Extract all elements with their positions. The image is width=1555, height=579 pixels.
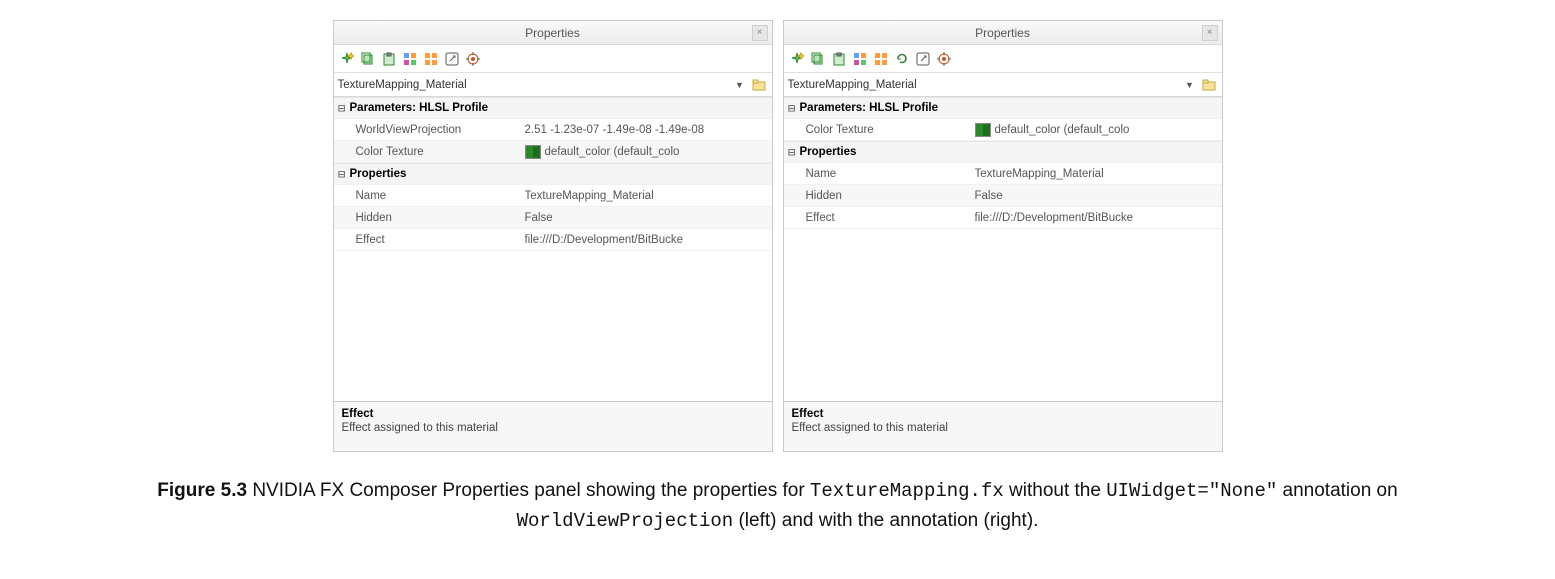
prop-value[interactable]: file:///D:/Development/BitBucke bbox=[975, 212, 1222, 224]
caption-text-1: NVIDIA FX Composer Properties panel show… bbox=[247, 480, 810, 501]
target-icon[interactable] bbox=[464, 50, 482, 68]
description-pane: Effect Effect assigned to this material bbox=[784, 401, 1222, 451]
description-pane: Effect Effect assigned to this material bbox=[334, 401, 772, 451]
row-effect[interactable]: Effect file:///D:/Development/BitBucke bbox=[334, 229, 772, 251]
object-selector-row: TextureMapping_Material ▼ bbox=[784, 73, 1222, 97]
texture-swatch-icon bbox=[525, 145, 541, 159]
property-grid: ⊟ Parameters: HLSL Profile Color Texture… bbox=[784, 97, 1222, 401]
panel-title-text: Properties bbox=[525, 26, 580, 40]
copy-icon[interactable] bbox=[809, 50, 827, 68]
description-body: Effect assigned to this material bbox=[792, 422, 1214, 434]
link-icon[interactable] bbox=[443, 50, 461, 68]
prop-name: Hidden bbox=[350, 212, 525, 224]
property-grid: ⊟ Parameters: HLSL Profile WorldViewProj… bbox=[334, 97, 772, 401]
row-hidden[interactable]: Hidden False bbox=[334, 207, 772, 229]
browse-icon[interactable] bbox=[750, 77, 768, 93]
close-icon[interactable]: × bbox=[752, 25, 768, 41]
description-title: Effect bbox=[792, 408, 1214, 420]
prop-value-text: default_color (default_colo bbox=[545, 146, 680, 158]
sort-icon[interactable] bbox=[872, 50, 890, 68]
prop-value[interactable]: default_color (default_colo bbox=[525, 145, 772, 159]
collapse-icon[interactable]: ⊟ bbox=[784, 101, 800, 115]
row-hidden[interactable]: Hidden False bbox=[784, 185, 1222, 207]
paste-icon[interactable] bbox=[830, 50, 848, 68]
description-body: Effect assigned to this material bbox=[342, 422, 764, 434]
chevron-down-icon[interactable]: ▼ bbox=[1184, 80, 1196, 90]
collapse-icon[interactable]: ⊟ bbox=[334, 167, 350, 181]
prop-value[interactable]: TextureMapping_Material bbox=[525, 190, 772, 202]
section-label: Properties bbox=[800, 146, 975, 158]
figure-caption: Figure 5.3 NVIDIA FX Composer Properties… bbox=[0, 470, 1555, 537]
prop-value[interactable]: file:///D:/Development/BitBucke bbox=[525, 234, 772, 246]
prop-name: Effect bbox=[800, 212, 975, 224]
sparkle-icon[interactable] bbox=[338, 50, 356, 68]
refresh-icon[interactable] bbox=[893, 50, 911, 68]
section-properties: ⊟ Properties bbox=[784, 141, 1222, 163]
toolbar bbox=[784, 45, 1222, 73]
copy-icon[interactable] bbox=[359, 50, 377, 68]
prop-value[interactable]: 2.51 -1.23e-07 -1.49e-08 -1.49e-08 bbox=[525, 124, 772, 136]
prop-name: WorldViewProjection bbox=[350, 124, 525, 136]
section-label: Parameters: HLSL Profile bbox=[800, 102, 975, 114]
caption-text-4: (left) and with the annotation (right). bbox=[733, 510, 1038, 531]
prop-value[interactable]: False bbox=[975, 190, 1222, 202]
prop-name: Hidden bbox=[800, 190, 975, 202]
caption-code-3: WorldViewProjection bbox=[517, 510, 734, 532]
prop-value[interactable]: default_color (default_colo bbox=[975, 123, 1222, 137]
row-color-texture[interactable]: Color Texture default_color (default_col… bbox=[334, 141, 772, 163]
close-icon[interactable]: × bbox=[1202, 25, 1218, 41]
object-selector[interactable]: TextureMapping_Material bbox=[788, 79, 1184, 91]
description-title: Effect bbox=[342, 408, 764, 420]
row-effect[interactable]: Effect file:///D:/Development/BitBucke bbox=[784, 207, 1222, 229]
section-parameters: ⊟ Parameters: HLSL Profile bbox=[784, 97, 1222, 119]
prop-name: Color Texture bbox=[800, 124, 975, 136]
grid-empty-area bbox=[334, 251, 772, 401]
categorize-icon[interactable] bbox=[401, 50, 419, 68]
sort-icon[interactable] bbox=[422, 50, 440, 68]
browse-icon[interactable] bbox=[1200, 77, 1218, 93]
target-icon[interactable] bbox=[935, 50, 953, 68]
object-selector-row: TextureMapping_Material ▼ bbox=[334, 73, 772, 97]
collapse-icon[interactable]: ⊟ bbox=[334, 101, 350, 115]
texture-swatch-icon bbox=[975, 123, 991, 137]
properties-panel-right: Properties × bbox=[783, 20, 1223, 452]
figure-wrap: Properties × bbox=[0, 20, 1555, 537]
prop-value[interactable]: TextureMapping_Material bbox=[975, 168, 1222, 180]
section-parameters: ⊟ Parameters: HLSL Profile bbox=[334, 97, 772, 119]
prop-name: Effect bbox=[350, 234, 525, 246]
paste-icon[interactable] bbox=[380, 50, 398, 68]
panel-titlebar: Properties × bbox=[334, 21, 772, 45]
row-name[interactable]: Name TextureMapping_Material bbox=[334, 185, 772, 207]
row-name[interactable]: Name TextureMapping_Material bbox=[784, 163, 1222, 185]
link-icon[interactable] bbox=[914, 50, 932, 68]
grid-empty-area bbox=[784, 229, 1222, 401]
toolbar bbox=[334, 45, 772, 73]
prop-value[interactable]: False bbox=[525, 212, 772, 224]
section-label: Properties bbox=[350, 168, 525, 180]
panel-title-text: Properties bbox=[975, 26, 1030, 40]
panel-titlebar: Properties × bbox=[784, 21, 1222, 45]
prop-name: Name bbox=[350, 190, 525, 202]
chevron-down-icon[interactable]: ▼ bbox=[734, 80, 746, 90]
caption-text-2: without the bbox=[1004, 480, 1106, 501]
panels-row: Properties × bbox=[0, 20, 1555, 452]
prop-value-text: default_color (default_colo bbox=[995, 124, 1130, 136]
caption-text-3: annotation on bbox=[1277, 480, 1397, 501]
prop-name: Color Texture bbox=[350, 146, 525, 158]
caption-code-1: TextureMapping.fx bbox=[810, 480, 1004, 502]
categorize-icon[interactable] bbox=[851, 50, 869, 68]
section-label: Parameters: HLSL Profile bbox=[350, 102, 525, 114]
caption-code-2: UIWidget="None" bbox=[1106, 480, 1277, 502]
collapse-icon[interactable]: ⊟ bbox=[784, 145, 800, 159]
figure-number: Figure 5.3 bbox=[157, 480, 247, 501]
row-color-texture[interactable]: Color Texture default_color (default_col… bbox=[784, 119, 1222, 141]
section-properties: ⊟ Properties bbox=[334, 163, 772, 185]
prop-name: Name bbox=[800, 168, 975, 180]
row-worldviewprojection[interactable]: WorldViewProjection 2.51 -1.23e-07 -1.49… bbox=[334, 119, 772, 141]
object-selector[interactable]: TextureMapping_Material bbox=[338, 79, 734, 91]
properties-panel-left: Properties × bbox=[333, 20, 773, 452]
sparkle-icon[interactable] bbox=[788, 50, 806, 68]
